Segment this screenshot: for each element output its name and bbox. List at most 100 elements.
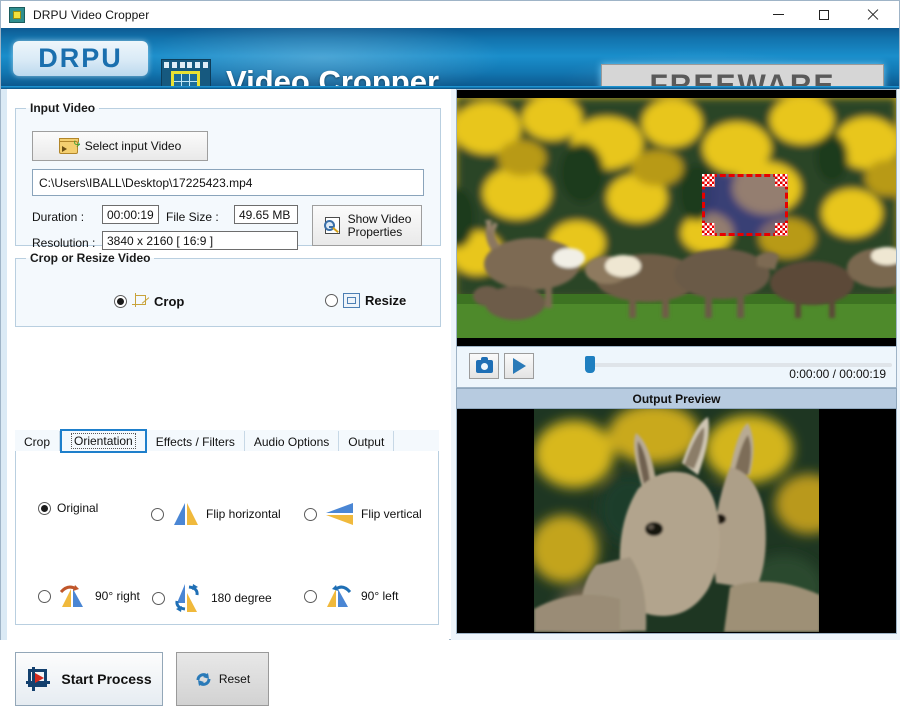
rotate-left-radio[interactable] [304, 589, 317, 603]
resize-icon [343, 293, 360, 308]
tab-effects-filters-label: Effects / Filters [155, 434, 235, 449]
duration-value: 00:00:19 [102, 205, 159, 224]
snapshot-button[interactable] [469, 353, 499, 379]
flip-vertical-radio[interactable] [304, 507, 317, 521]
camera-icon [475, 356, 493, 373]
minimize-icon [772, 14, 784, 15]
folder-open-icon: ⤷ [58, 136, 80, 154]
magnifier-document-icon [323, 216, 343, 236]
original-label: Original [57, 501, 99, 515]
maximize-button[interactable] [801, 1, 847, 28]
orientation-option-original[interactable]: Original [38, 501, 98, 515]
close-button[interactable] [847, 1, 899, 28]
start-process-button[interactable]: Start Process [15, 652, 163, 706]
input-video-group: Input Video ⤷ Select input Video C:\User… [15, 101, 441, 250]
crop-handle-top-left[interactable] [702, 174, 715, 187]
crop-icon [132, 293, 150, 309]
crop-mode-radio[interactable] [114, 294, 127, 308]
crop-resize-legend: Crop or Resize Video [30, 251, 151, 265]
orientation-option-flip-horizontal[interactable]: Flip horizontal [151, 501, 281, 527]
show-video-properties-line2: Properties [347, 224, 403, 239]
minimize-button[interactable] [755, 1, 801, 28]
settings-tabstrip: Crop Orientation Effects / Filters Audio… [15, 429, 439, 453]
crop-selection-rectangle[interactable] [702, 174, 788, 236]
tab-crop[interactable]: Crop [15, 431, 61, 452]
orientation-option-flip-vertical[interactable]: Flip vertical [304, 501, 422, 527]
original-radio[interactable] [38, 501, 51, 515]
crop-play-icon [26, 667, 52, 691]
right-panel: 0:00:00 / 00:00:19 Output Preview [451, 89, 900, 640]
time-display: 0:00:00 / 00:00:19 [789, 367, 886, 381]
title-bar: DRPU Video Cropper [1, 1, 899, 29]
show-video-properties-label: Show Video Properties [347, 211, 412, 239]
tab-audio-options[interactable]: Audio Options [244, 431, 340, 452]
rotate-left-label: 90° left [361, 589, 399, 603]
resize-mode-option[interactable]: Resize [325, 293, 406, 308]
output-preview-header: Output Preview [456, 388, 897, 409]
tab-output[interactable]: Output [339, 431, 395, 452]
flip-horizontal-icon [170, 501, 200, 527]
application-window: DRPU Video Cropper DRPU Video Cropper FR… [0, 0, 900, 706]
crop-handle-top-right[interactable] [775, 174, 788, 187]
refresh-icon [195, 671, 212, 688]
play-icon [512, 358, 526, 374]
orientation-tab-pane: Original Flip horizontal Flip vertical 9… [15, 451, 439, 625]
tab-audio-options-label: Audio Options [253, 434, 330, 449]
resize-mode-label: Resize [365, 293, 407, 308]
player-controls: 0:00:00 / 00:00:19 [456, 347, 897, 388]
flip-horizontal-label: Flip horizontal [206, 507, 281, 521]
film-grid-icon [161, 59, 211, 89]
window-controls [755, 1, 899, 28]
video-preview-frame [457, 98, 896, 338]
maximize-icon [819, 9, 829, 20]
rotate-right-label: 90° right [95, 589, 140, 603]
crop-mode-label: Crop [154, 293, 185, 309]
duration-label: Duration : [32, 210, 85, 224]
app-banner: DRPU Video Cropper FREEWARE [1, 28, 899, 89]
orientation-option-90-left[interactable]: 90° left [304, 583, 399, 609]
show-video-properties-button[interactable]: Show Video Properties [312, 205, 422, 246]
tab-effects-filters[interactable]: Effects / Filters [146, 431, 245, 452]
rotate-180-radio[interactable] [152, 591, 165, 605]
video-preview[interactable] [456, 89, 897, 347]
select-input-video-button[interactable]: ⤷ Select input Video [32, 131, 208, 161]
rotate-180-icon [171, 583, 205, 613]
brand-logo: DRPU [13, 41, 148, 76]
flip-vertical-label: Flip vertical [361, 507, 422, 521]
reset-label: Reset [218, 672, 251, 686]
rotate-left-icon [323, 583, 355, 609]
select-input-video-label: Select input Video [84, 139, 182, 153]
play-button[interactable] [504, 353, 534, 379]
rotate-180-label: 180 degree [211, 591, 272, 605]
resolution-label: Resolution : [32, 236, 96, 250]
flip-horizontal-radio[interactable] [151, 507, 164, 521]
start-process-label: Start Process [61, 671, 152, 687]
file-size-value: 49.65 MB [234, 205, 298, 224]
tab-orientation[interactable]: Orientation [60, 429, 147, 453]
brand-logo-text: DRPU [38, 43, 123, 73]
output-preview-frame [534, 409, 819, 632]
tab-orientation-label: Orientation [71, 433, 136, 449]
app-chip-icon [9, 6, 25, 23]
rotate-right-icon [57, 583, 89, 609]
seek-thumb[interactable] [585, 356, 595, 373]
crop-handle-bottom-left[interactable] [702, 223, 715, 236]
crop-resize-group: Crop or Resize Video Crop Resize [15, 251, 441, 327]
output-preview [456, 409, 897, 634]
orientation-option-90-right[interactable]: 90° right [38, 583, 140, 609]
input-video-path-field[interactable]: C:\Users\IBALL\Desktop\17225423.mp4 [32, 169, 424, 196]
rotate-right-radio[interactable] [38, 589, 51, 603]
crop-mode-option[interactable]: Crop [114, 293, 184, 309]
input-video-legend: Input Video [30, 101, 96, 115]
crop-handle-bottom-right[interactable] [775, 223, 788, 236]
left-accent-strip [1, 89, 7, 640]
reset-button[interactable]: Reset [176, 652, 269, 706]
window-title: DRPU Video Cropper [33, 7, 150, 22]
show-video-properties-line1: Show Video [347, 211, 412, 226]
resolution-value: 3840 x 2160 [ 16:9 ] [102, 231, 298, 250]
flip-vertical-icon [323, 501, 355, 527]
left-panel: Input Video ⤷ Select input Video C:\User… [1, 89, 449, 706]
orientation-option-180[interactable]: 180 degree [152, 583, 272, 613]
resize-mode-radio[interactable] [325, 294, 338, 307]
close-icon [867, 9, 879, 21]
